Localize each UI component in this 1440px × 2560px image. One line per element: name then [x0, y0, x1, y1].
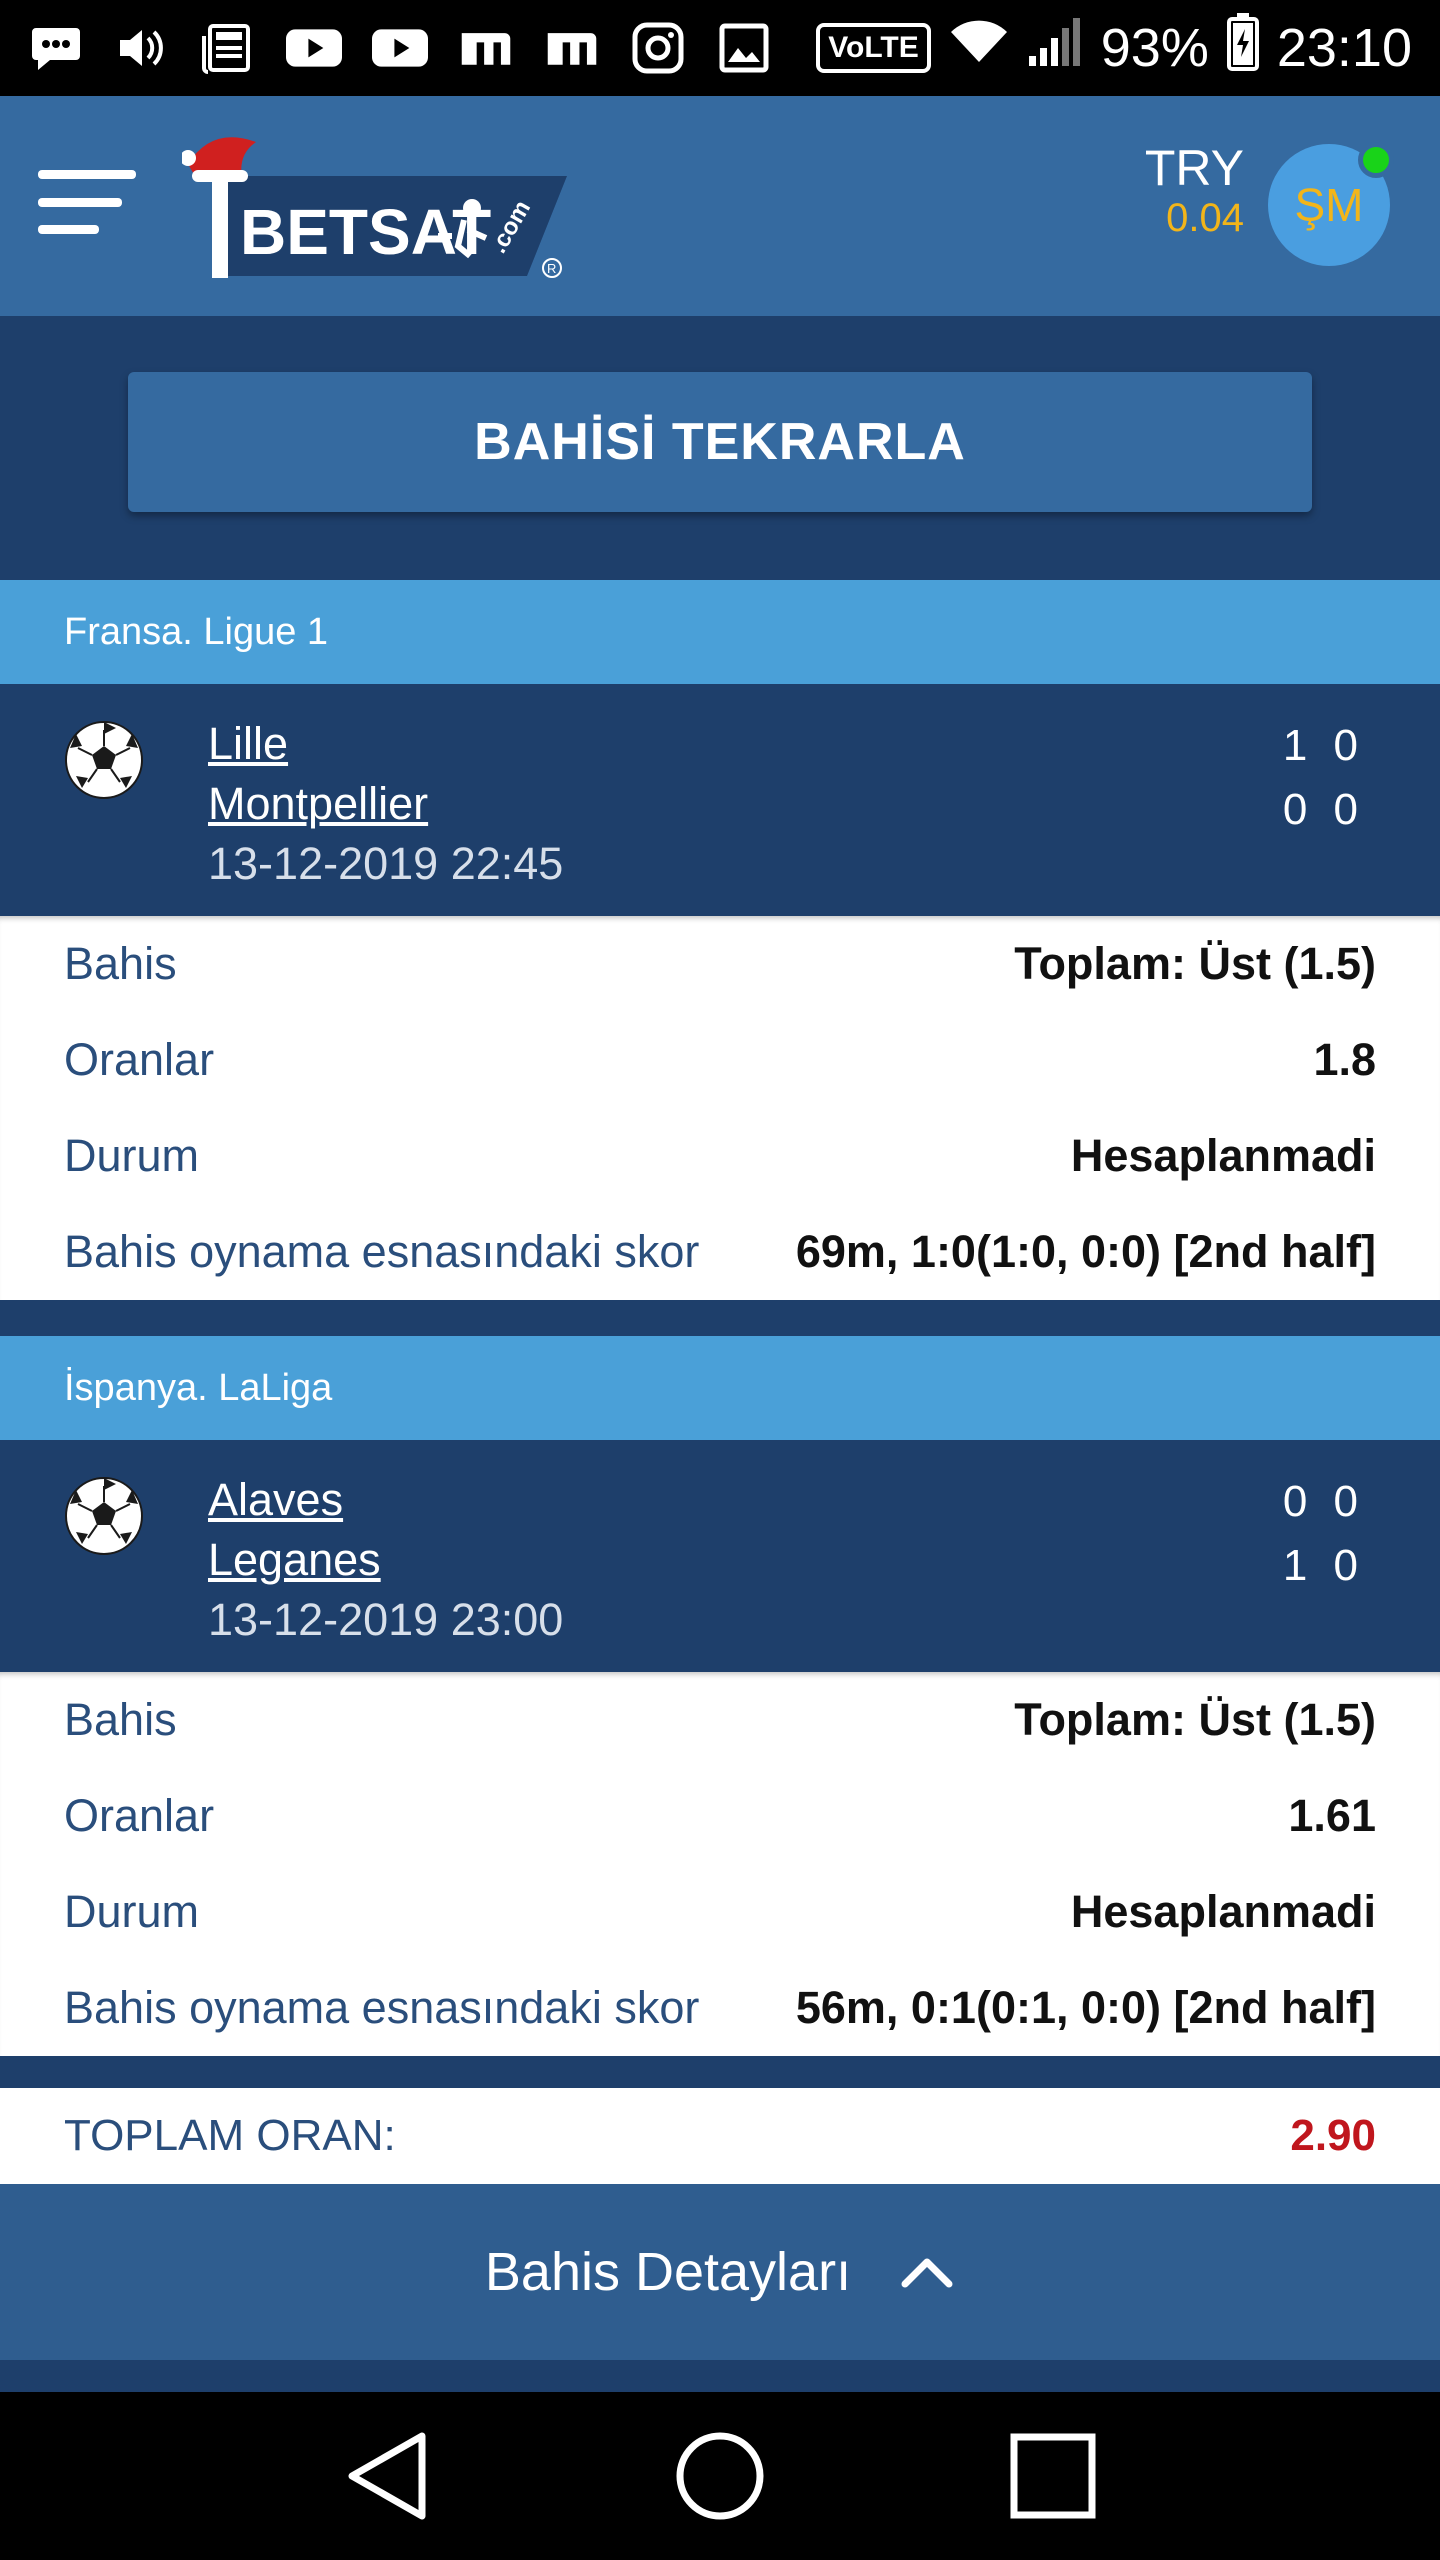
detail-row-status: Durum Hesaplanmadi: [64, 1864, 1376, 1960]
row-value: 1.61: [1288, 1790, 1376, 1841]
league-header: Fransa. Ligue 1: [0, 580, 1440, 684]
news-icon: [200, 20, 256, 76]
bet-details-toggle[interactable]: Bahis Detayları: [0, 2184, 1440, 2360]
league-header: İspanya. LaLiga: [0, 1336, 1440, 1440]
app-screen: VoLTE 93% 23:10 BETSAT .com R TRY 0.04 Ş…: [0, 0, 1440, 2560]
betsat-logo[interactable]: BETSAT .com R: [180, 126, 582, 286]
total-odds-row: TOPLAM ORAN: 2.90: [0, 2088, 1440, 2184]
row-label: Bahis oynama esnasındaki skor: [64, 1226, 700, 1277]
home-score: 1 0: [1282, 721, 1358, 770]
currency-code: TRY: [1144, 140, 1244, 196]
total-odds-label: TOPLAM ORAN:: [64, 2111, 396, 2160]
detail-row-score-at-bet: Bahis oynama esnasındaki skor 56m, 0:1(0:…: [64, 1960, 1376, 2056]
online-status-dot: [1358, 142, 1394, 178]
balance-display[interactable]: TRY 0.04: [1145, 140, 1244, 240]
row-value: 69m, 1:0(1:0, 0:0) [2nd half]: [795, 1226, 1376, 1277]
volume-icon: [114, 20, 170, 76]
avatar[interactable]: ŞM: [1268, 142, 1394, 266]
m-icon: [458, 20, 514, 76]
detail-row-bet: Bahis Toplam: Üst (1.5): [64, 916, 1376, 1012]
row-label: Bahis: [64, 938, 177, 989]
volte-badge: VoLTE: [816, 23, 931, 73]
match-card: Lille Montpellier 13-12-2019 22:45 1 0 0…: [0, 684, 1440, 916]
logo-text: BETSAT: [240, 196, 491, 268]
row-value: Hesaplanmadi: [1070, 1886, 1376, 1937]
instagram-icon: [630, 20, 686, 76]
row-value: 56m, 0:1(0:1, 0:0) [2nd half]: [795, 1982, 1376, 2033]
total-odds-value: 2.90: [1290, 2111, 1376, 2160]
detail-row-status: Durum Hesaplanmadi: [64, 1108, 1376, 1204]
balance-amount: 0.04: [1166, 196, 1244, 240]
home-score: 0 0: [1282, 1477, 1358, 1526]
youtube-icon: [372, 20, 428, 76]
soccer-ball-icon: [65, 721, 143, 799]
chat-icon: [28, 20, 84, 76]
repeat-bet-button[interactable]: BAHİSİ TEKRARLA: [128, 372, 1312, 512]
detail-row-score-at-bet: Bahis oynama esnasındaki skor 69m, 1:0(1:…: [64, 1204, 1376, 1300]
menu-icon[interactable]: [38, 170, 136, 234]
bet-details: Bahis Toplam: Üst (1.5) Oranlar 1.8 Durum H…: [0, 916, 1440, 1300]
match-card: Alaves Leganes 13-12-2019 23:00 0 0 1 0: [0, 1440, 1440, 1672]
row-value: Toplam: Üst (1.5): [1014, 1694, 1376, 1745]
chevron-up-icon: [901, 2258, 953, 2288]
status-bar: VoLTE 93% 23:10: [0, 0, 1440, 96]
match-datetime: 13-12-2019 23:00: [208, 1594, 564, 1645]
system-nav-bar: [0, 2392, 1440, 2560]
bet-details: Bahis Toplam: Üst (1.5) Oranlar 1.61 Durum…: [0, 1672, 1440, 2056]
battery-icon: [1226, 12, 1259, 84]
home-team-link[interactable]: Alaves: [208, 1470, 563, 1530]
scoreboard: 0 0 1 0: [1283, 1470, 1358, 1598]
detail-row-odds: Oranlar 1.8: [64, 1012, 1376, 1108]
app-header: BETSAT .com R TRY 0.04 ŞM: [0, 96, 1440, 316]
wifi-icon: [949, 17, 1009, 79]
detail-row-odds: Oranlar 1.61: [64, 1768, 1376, 1864]
away-team-link[interactable]: Montpellier: [208, 774, 563, 834]
row-label: Bahis oynama esnasındaki skor: [64, 1982, 700, 2033]
row-label: Oranlar: [64, 1034, 215, 1085]
clock: 23:10: [1276, 18, 1412, 78]
gallery-icon: [716, 20, 772, 76]
row-value: 1.8: [1313, 1034, 1376, 1085]
row-label: Durum: [64, 1886, 200, 1937]
home-team-link[interactable]: Lille: [208, 714, 563, 774]
away-score: 0 0: [1282, 785, 1358, 834]
away-team-link[interactable]: Leganes: [208, 1530, 563, 1590]
back-icon[interactable]: [327, 2416, 447, 2536]
bet-details-label: Bahis Detayları: [484, 2242, 852, 2302]
row-label: Durum: [64, 1130, 200, 1181]
row-value: Hesaplanmadi: [1070, 1130, 1376, 1181]
match-datetime: 13-12-2019 22:45: [208, 838, 564, 889]
row-label: Bahis: [64, 1694, 177, 1745]
signal-icon: [1027, 16, 1083, 81]
row-value: Toplam: Üst (1.5): [1014, 938, 1376, 989]
svg-text:R: R: [547, 261, 556, 276]
m-icon: [544, 20, 600, 76]
battery-percent: 93%: [1100, 18, 1209, 78]
detail-row-bet: Bahis Toplam: Üst (1.5): [64, 1672, 1376, 1768]
youtube-icon: [286, 20, 342, 76]
scoreboard: 1 0 0 0: [1283, 714, 1358, 842]
row-label: Oranlar: [64, 1790, 215, 1841]
away-score: 1 0: [1282, 1541, 1358, 1590]
recents-icon[interactable]: [993, 2416, 1113, 2536]
soccer-ball-icon: [65, 1477, 143, 1555]
avatar-initials: ŞM: [1294, 179, 1364, 231]
home-icon[interactable]: [660, 2416, 780, 2536]
repeat-section: BAHİSİ TEKRARLA: [0, 316, 1440, 580]
